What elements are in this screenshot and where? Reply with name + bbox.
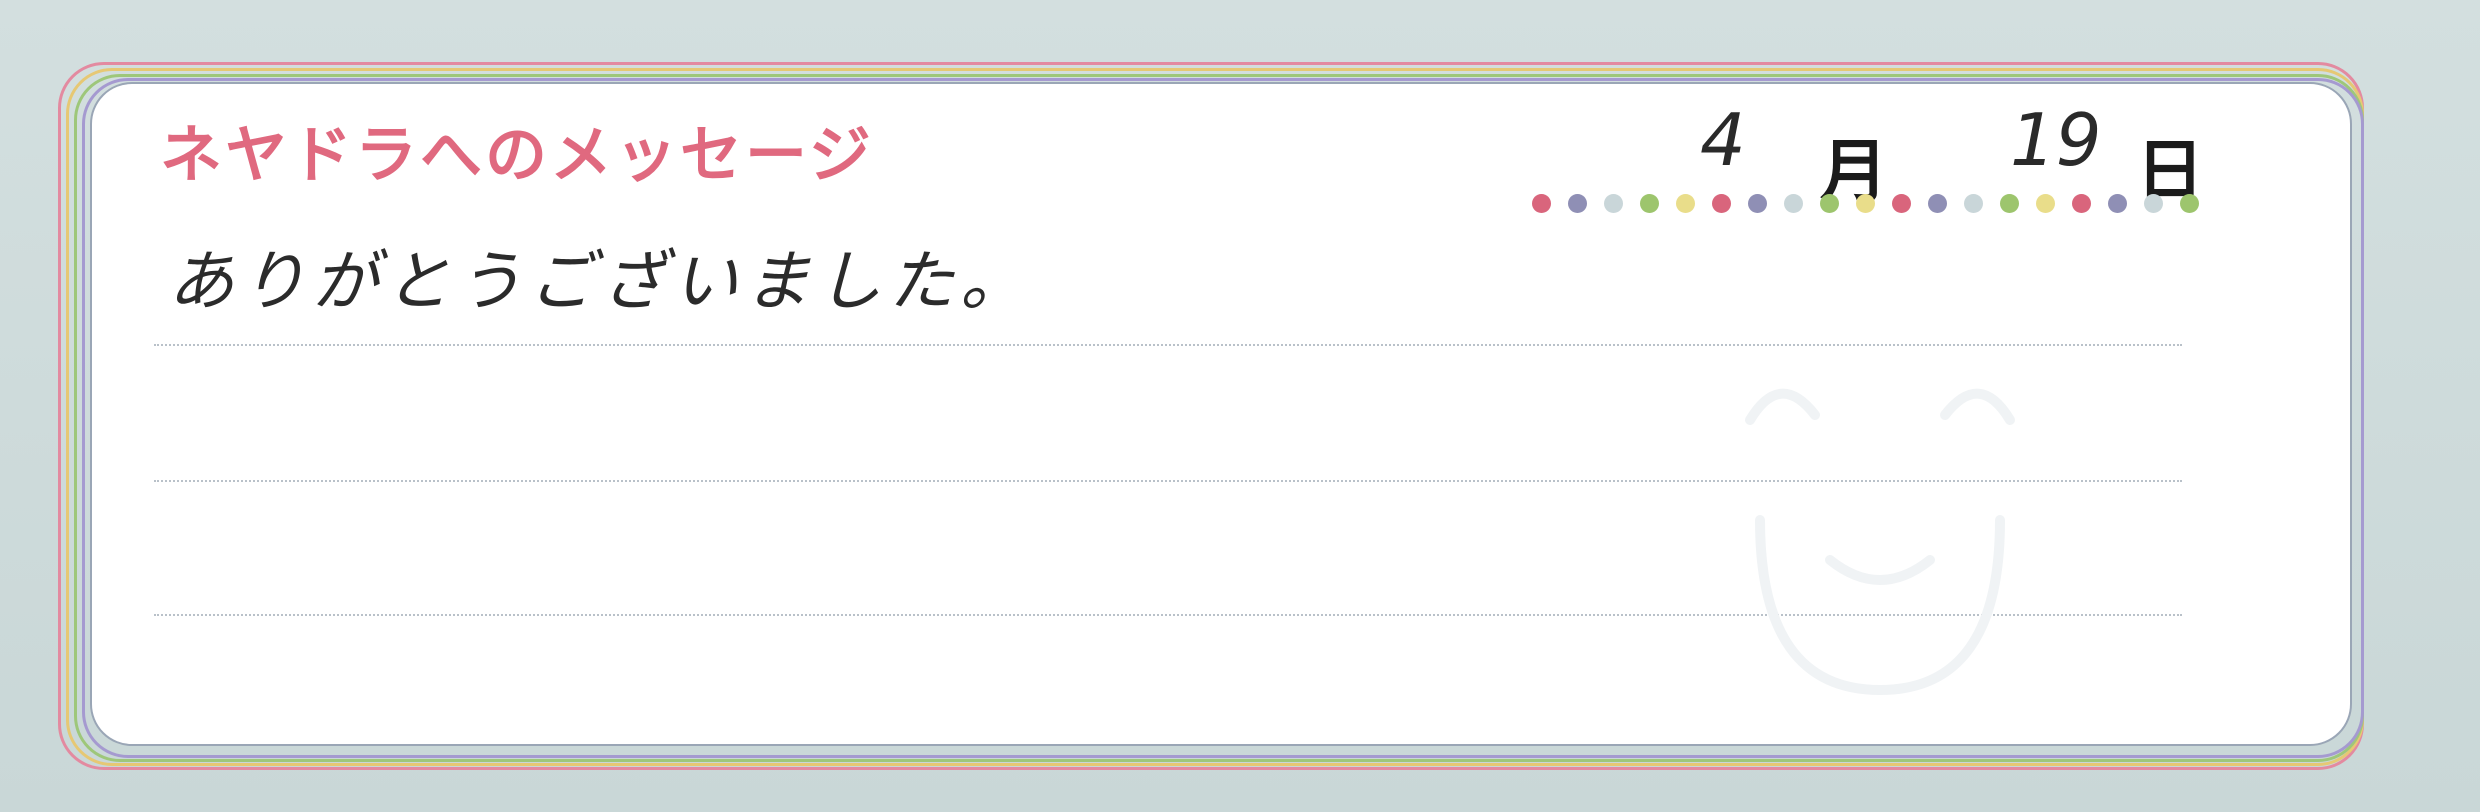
decorative-dot xyxy=(1712,194,1731,213)
decorative-dot xyxy=(2180,194,2199,213)
decorative-dot xyxy=(1892,194,1911,213)
handwritten-day-value: 19 xyxy=(2010,98,2102,182)
decorative-dot-row xyxy=(1532,194,2212,216)
decorative-dot xyxy=(2000,194,2019,213)
card-title: ネヤドラへのメッセージ xyxy=(160,118,874,191)
writing-line xyxy=(154,344,2182,346)
handwritten-message: ありがとうございました。 xyxy=(168,243,1032,320)
decorative-dot xyxy=(1532,194,1551,213)
decorative-dot xyxy=(1820,194,1839,213)
decorative-dot xyxy=(1604,194,1623,213)
decorative-dot xyxy=(1640,194,1659,213)
smiley-face-watermark-icon xyxy=(1745,388,2015,696)
decorative-dot xyxy=(1676,194,1695,213)
decorative-dot xyxy=(1928,194,1947,213)
handwritten-month-value: 4 xyxy=(1700,98,1746,182)
decorative-dot xyxy=(2072,194,2091,213)
decorative-dot xyxy=(2036,194,2055,213)
decorative-dot xyxy=(1568,194,1587,213)
decorative-dot xyxy=(1856,194,1875,213)
decorative-dot xyxy=(2108,194,2127,213)
decorative-dot xyxy=(1784,194,1803,213)
decorative-dot xyxy=(1964,194,1983,213)
decorative-dot xyxy=(1748,194,1767,213)
decorative-dot xyxy=(2144,194,2163,213)
